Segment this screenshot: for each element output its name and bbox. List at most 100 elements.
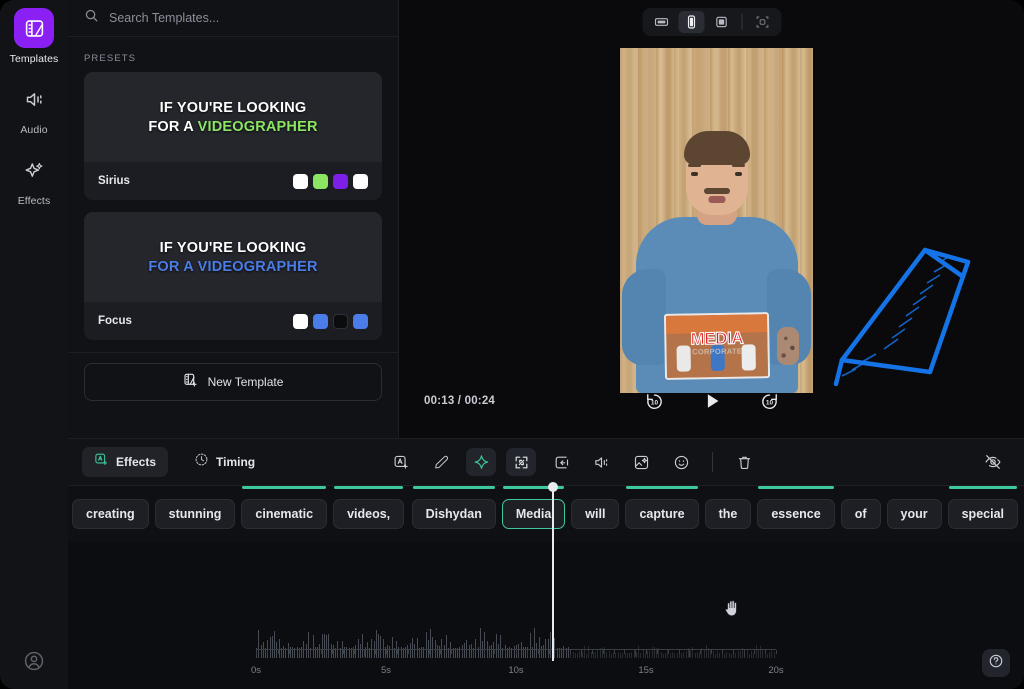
- caption-chip[interactable]: Dishydan: [411, 499, 496, 529]
- forward-10-icon[interactable]: 10: [759, 391, 780, 412]
- pencil-icon[interactable]: [426, 448, 456, 476]
- caption-chip-wrapper: special: [947, 486, 1018, 529]
- color-swatch[interactable]: [353, 313, 368, 329]
- time-display: 00:13 / 00:24: [424, 395, 496, 407]
- color-swatch[interactable]: [313, 173, 328, 189]
- search-bar[interactable]: [68, 0, 398, 37]
- tab-timing-label: Timing: [216, 455, 256, 469]
- caption-chip-selected[interactable]: Media: [501, 499, 566, 529]
- tab-effects-label: Effects: [116, 455, 157, 469]
- ruler-tick-minor: [678, 650, 680, 654]
- tab-timing[interactable]: Timing: [182, 447, 267, 477]
- preset-card-focus[interactable]: IF YOU'RE LOOKING FOR A VIDEOGRAPHER Foc…: [84, 212, 382, 340]
- timeline-panel[interactable]: 0s 5s 10s 15s 20s: [68, 542, 1024, 689]
- transport-controls: 10 10: [644, 390, 780, 412]
- timeline-ruler-labels: 0s 5s 10s 15s 20s: [251, 665, 784, 679]
- ruler-tick-minor: [321, 650, 322, 654]
- ratio-portrait-icon[interactable]: [678, 11, 704, 33]
- color-swatch[interactable]: [293, 313, 308, 329]
- help-button[interactable]: [982, 649, 1010, 677]
- caption-chip[interactable]: videos,: [333, 499, 405, 529]
- play-icon[interactable]: [701, 390, 723, 412]
- video-canvas[interactable]: MEDIA CORPORATE: [620, 48, 813, 393]
- sidebar-item-effects[interactable]: Effects: [2, 150, 66, 207]
- add-text-icon[interactable]: [386, 448, 416, 476]
- split-clip-icon[interactable]: [546, 448, 576, 476]
- clock-icon: [194, 452, 209, 472]
- preset-thumb-line2: FOR A VIDEOGRAPHER: [148, 119, 317, 135]
- preset-name: Sirius: [98, 175, 130, 187]
- caption-chip[interactable]: creating: [72, 499, 149, 529]
- preset-name: Focus: [98, 315, 132, 327]
- toolbar-divider: [712, 452, 713, 472]
- presets-section-label: PRESETS: [84, 53, 137, 64]
- rewind-10-icon[interactable]: 10: [644, 391, 665, 412]
- ruler-tick-minor: [386, 650, 387, 654]
- smiley-icon[interactable]: [666, 448, 696, 476]
- caption-chip[interactable]: of: [840, 499, 881, 529]
- caption-chip[interactable]: your: [886, 499, 942, 529]
- caption-chip[interactable]: will: [571, 499, 620, 529]
- ratio-square-icon[interactable]: [708, 11, 734, 33]
- ruler-tick-major: [743, 650, 745, 657]
- magazine-prop: MEDIA CORPORATE: [663, 312, 770, 380]
- caption-segment-marker: [412, 486, 495, 489]
- ruler-tick-minor: [646, 650, 647, 654]
- caption-chip[interactable]: capture: [625, 499, 699, 529]
- ruler-tick-minor: [624, 650, 626, 654]
- ruler-tick-minor: [375, 650, 377, 654]
- caption-segment-marker: [626, 486, 698, 489]
- caption-chip[interactable]: special: [947, 499, 1018, 529]
- ruler-tick-minor: [483, 650, 485, 654]
- user-account-icon[interactable]: [18, 645, 50, 677]
- caption-chip[interactable]: the: [704, 499, 752, 529]
- expand-icon[interactable]: [506, 448, 536, 476]
- ratio-autofit-icon[interactable]: [749, 11, 775, 33]
- color-swatch[interactable]: [353, 173, 368, 189]
- ruler-label: 20s: [768, 665, 784, 676]
- ruler-tick-minor: [602, 650, 604, 654]
- caption-segment-marker: [758, 486, 834, 489]
- caption-chip[interactable]: cinematic: [241, 499, 328, 529]
- ratio-landscape-icon[interactable]: [648, 11, 674, 33]
- search-input[interactable]: [109, 11, 382, 25]
- caption-chip-wrapper: capture: [625, 486, 699, 529]
- ruler-tick-minor: [266, 650, 268, 654]
- moustache: [703, 188, 730, 194]
- caption-chip[interactable]: stunning: [154, 499, 236, 529]
- color-swatch[interactable]: [293, 173, 308, 189]
- volume-icon[interactable]: [586, 448, 616, 476]
- effects-sparkle-icon: [14, 150, 54, 190]
- ruler-tick-minor: [765, 650, 767, 654]
- trash-icon[interactable]: [729, 448, 759, 476]
- caption-chip-wrapper: the: [704, 499, 752, 529]
- arm-tattoo: [777, 327, 799, 365]
- ruler-tick-minor: [288, 650, 290, 654]
- image-sparkle-icon[interactable]: [626, 448, 656, 476]
- timeline-ruler[interactable]: [256, 649, 777, 659]
- caption-chip[interactable]: essence: [757, 499, 835, 529]
- ruler-tick-minor: [331, 650, 333, 654]
- grab-hand-cursor: [723, 598, 741, 618]
- eye-off-icon[interactable]: [978, 448, 1008, 476]
- eye-left: [691, 172, 698, 176]
- new-template-button[interactable]: New Template: [84, 363, 382, 401]
- preset-swatches: [293, 173, 368, 189]
- sidebar-label-effects: Effects: [17, 195, 51, 207]
- color-swatch[interactable]: [333, 313, 348, 329]
- caption-chip-wrapper: cinematic: [241, 486, 328, 529]
- sidebar-item-templates[interactable]: Templates: [2, 8, 66, 65]
- preset-thumb-plain: FOR A: [148, 118, 198, 135]
- sparkle-icon[interactable]: [466, 448, 496, 476]
- hair: [683, 131, 750, 165]
- tab-effects[interactable]: Effects: [82, 447, 169, 477]
- preset-card-sirius[interactable]: IF YOU'RE LOOKING FOR A VIDEOGRAPHER Sir…: [84, 72, 382, 200]
- color-swatch[interactable]: [333, 173, 348, 189]
- ruler-tick-minor: [559, 650, 561, 654]
- sidebar-item-audio[interactable]: Audio: [2, 79, 66, 136]
- ruler-tick-major: [256, 650, 257, 657]
- new-template-icon: [183, 372, 199, 393]
- ruler-label: 15s: [638, 665, 654, 676]
- caption-chip-wrapper: Media: [501, 486, 566, 529]
- color-swatch[interactable]: [313, 313, 328, 329]
